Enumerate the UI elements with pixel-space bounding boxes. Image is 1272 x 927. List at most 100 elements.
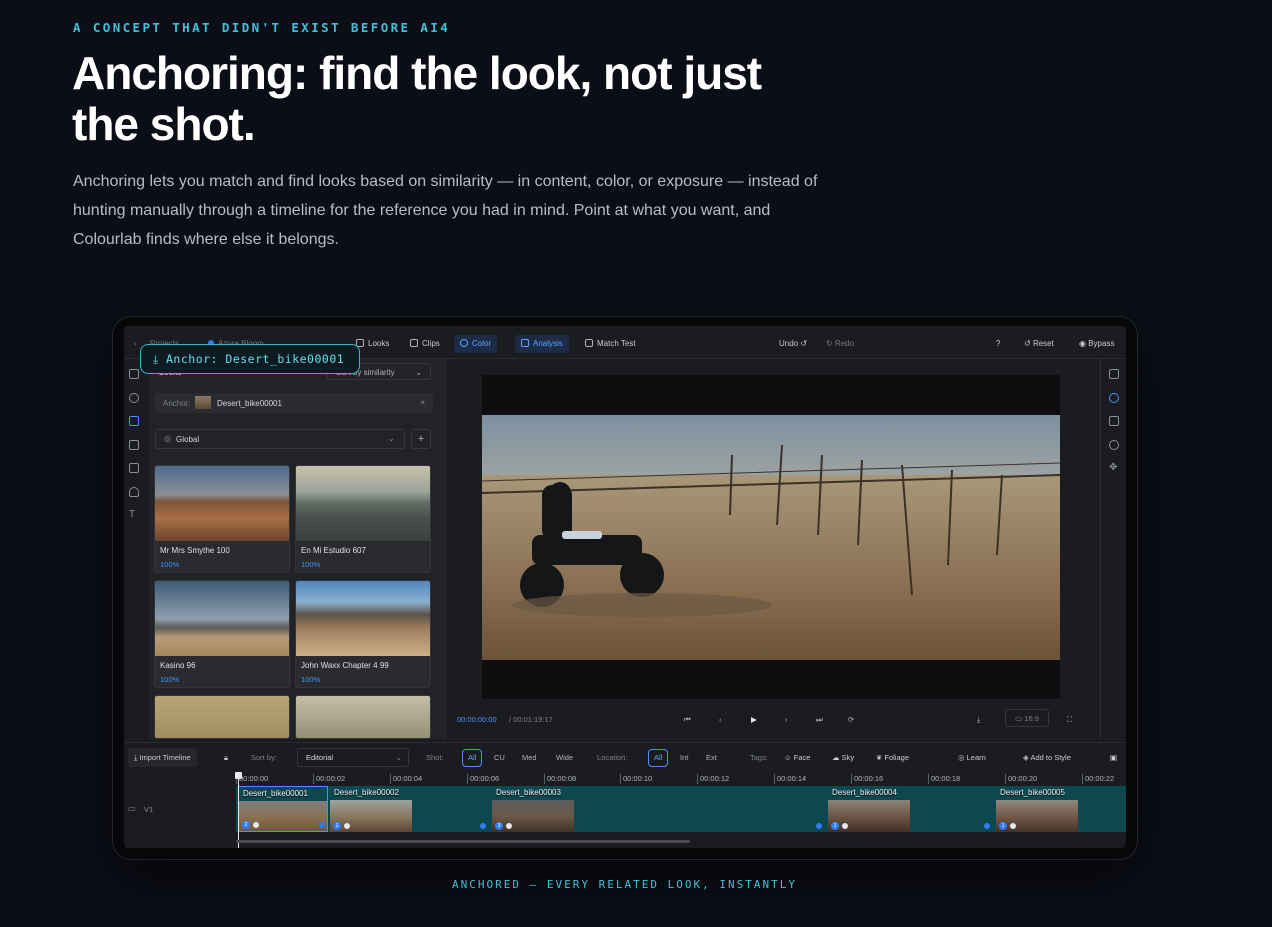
reset-button[interactable]: ↺ Reset: [1018, 335, 1060, 353]
timeline-clip[interactable]: Desert_bike00001 2: [238, 786, 328, 832]
palette-icon: [506, 823, 512, 829]
look-card[interactable]: Mr Mrs Smythe 100 100%: [154, 465, 290, 573]
tag-sky-label: Sky: [841, 753, 855, 762]
aspect-select[interactable]: ▭ 16:9: [1005, 709, 1049, 727]
ruler-tick: 00:00:22: [1082, 774, 1114, 784]
screen-icon: ▭: [1015, 714, 1023, 723]
help-icon[interactable]: ?: [990, 335, 1006, 353]
chevron-down-icon: ⌄: [388, 434, 395, 443]
chevron-down-icon: ⌄: [395, 753, 402, 762]
tab-clips[interactable]: Clips: [404, 335, 446, 353]
loop-icon[interactable]: ⟳: [848, 715, 854, 724]
look-card[interactable]: En Mi Estudio 607 100%: [295, 465, 431, 573]
tab-analysis[interactable]: Analysis: [515, 335, 569, 353]
shot-filter-wide[interactable]: Wide: [551, 749, 578, 767]
clip-thumbnail: [239, 801, 327, 831]
add-scope-button[interactable]: +: [411, 429, 431, 449]
aperture-icon[interactable]: [129, 393, 139, 403]
play-icon[interactable]: ▶: [751, 715, 757, 724]
video-image: [482, 415, 1060, 660]
looks-panel: Looks Sort by similarity⌄ Anchor: Desert…: [149, 359, 446, 739]
film-strip-icon[interactable]: [129, 440, 139, 450]
tag-foliage[interactable]: ❦ Foliage: [876, 750, 909, 766]
clapper-icon[interactable]: [129, 463, 139, 473]
bypass-button[interactable]: ◉ Bypass: [1073, 335, 1120, 353]
scale-icon[interactable]: [1109, 369, 1119, 379]
timeline-clip[interactable]: Desert_bike00005 1: [996, 786, 1126, 832]
tag-face[interactable]: ☺ Face: [784, 750, 810, 766]
skip-start-icon[interactable]: ⏮: [684, 715, 691, 725]
look-card[interactable]: John Waxx Chapter 4 99 100%: [295, 580, 431, 688]
redo-label: Redo: [834, 339, 855, 348]
location-filter-ext[interactable]: Ext: [701, 749, 722, 767]
import-timeline-label: Import Timeline: [139, 753, 191, 762]
ruler-tick: 00:00:20: [1005, 774, 1037, 784]
learn-label: Learn: [966, 753, 986, 762]
sort-by-select[interactable]: Editorial ⌄: [297, 748, 409, 767]
tag-sky[interactable]: ☁ Sky: [832, 750, 854, 766]
look-score: 100%: [301, 560, 321, 569]
shot-filter-all[interactable]: All: [462, 749, 483, 767]
track-label: V1: [144, 805, 154, 814]
playhead[interactable]: [235, 772, 242, 848]
add-to-style-button[interactable]: ◈ Add to Style: [1023, 750, 1071, 766]
clip-badge: 1: [333, 822, 341, 830]
image-icon[interactable]: ▣: [1110, 750, 1117, 766]
next-frame-icon[interactable]: ›: [785, 715, 788, 724]
tab-analysis-label: Analysis: [533, 339, 563, 348]
ruler-tick: 00:00:06: [467, 774, 499, 784]
scope-select-value: Global: [176, 435, 200, 444]
ruler-tick: 00:00:02: [313, 774, 345, 784]
sliders-icon[interactable]: [1109, 416, 1119, 426]
redo-button[interactable]: ↻ Redo: [820, 335, 860, 353]
shot-filter-med[interactable]: Med: [517, 749, 542, 767]
look-card[interactable]: [154, 695, 290, 739]
timeline-ruler[interactable]: 00:00:00 00:00:02 00:00:04 00:00:06 00:0…: [236, 772, 1126, 786]
anchor-callout: ⤓ Anchor: Desert_bike00001: [140, 344, 360, 374]
clear-anchor-icon[interactable]: ×: [420, 398, 425, 407]
tab-color-label: Color: [472, 339, 492, 348]
location-filter-all[interactable]: All: [648, 749, 669, 767]
ruler-tick: 00:00:04: [390, 774, 422, 784]
timeline-clip[interactable]: Desert_bike00004 1: [828, 786, 994, 832]
look-card[interactable]: [295, 695, 431, 739]
image-icon[interactable]: [129, 416, 139, 426]
clip-name: Desert_bike00004: [832, 788, 897, 797]
lede-paragraph: Anchoring lets you match and find looks …: [73, 173, 818, 248]
tags-label: Tags:: [750, 753, 768, 762]
download-icon[interactable]: ⤓: [977, 715, 980, 725]
tab-match-test[interactable]: Match Test: [579, 335, 642, 353]
look-card[interactable]: Kasino 96 100%: [154, 580, 290, 688]
video-viewer: 00:00:00:00 / 00:01:19:17 ⏮ ‹ ▶ › ⏭ ⟳ ⤓ …: [447, 359, 1097, 739]
import-timeline-button[interactable]: ⤓ Import Timeline: [128, 748, 197, 767]
layers-icon: ◈: [1023, 753, 1029, 762]
learn-button[interactable]: ◎ Learn: [958, 750, 986, 766]
timeline-clip[interactable]: Desert_bike00003 3: [492, 786, 826, 832]
palette-icon[interactable]: [1109, 393, 1119, 403]
aperture-icon[interactable]: [1109, 440, 1119, 450]
ruler-tick: 00:00:16: [851, 774, 883, 784]
sparkle-icon[interactable]: [129, 369, 139, 379]
look-thumbnail: [296, 696, 430, 738]
sort-by-label: Sort by:: [251, 753, 277, 762]
look-title: Mr Mrs Smythe 100: [160, 546, 230, 555]
anchor-row[interactable]: Anchor: Desert_bike00001 ×: [155, 393, 433, 413]
location-filter-int[interactable]: Int: [675, 749, 693, 767]
undo-button[interactable]: Undo ↺: [773, 335, 813, 353]
timeline-clip[interactable]: Desert_bike00002 1: [330, 786, 490, 832]
lock-icon[interactable]: 🔒︎: [224, 750, 228, 766]
scope-select[interactable]: ◎ Global ⌄: [155, 429, 405, 449]
prev-frame-icon[interactable]: ‹: [719, 715, 722, 724]
skip-end-icon[interactable]: ⏭: [816, 715, 823, 725]
anchor-thumbnail: [195, 396, 211, 409]
fullscreen-icon[interactable]: ⛶: [1067, 715, 1072, 725]
move-icon[interactable]: ✥: [1109, 463, 1119, 473]
tab-color[interactable]: Color: [454, 335, 498, 353]
clip-badge: 2: [242, 821, 250, 829]
headphones-icon[interactable]: [129, 487, 139, 497]
video-track: Desert_bike00001 2 Desert_bike00002 1 De…: [236, 786, 1126, 832]
timeline-scrollbar[interactable]: [236, 840, 690, 843]
text-icon[interactable]: T: [129, 510, 139, 520]
timeline-toolbar: ⤓ Import Timeline 🔒︎ Sort by: Editorial ⌄…: [124, 742, 1126, 771]
shot-filter-cu[interactable]: CU: [489, 749, 510, 767]
